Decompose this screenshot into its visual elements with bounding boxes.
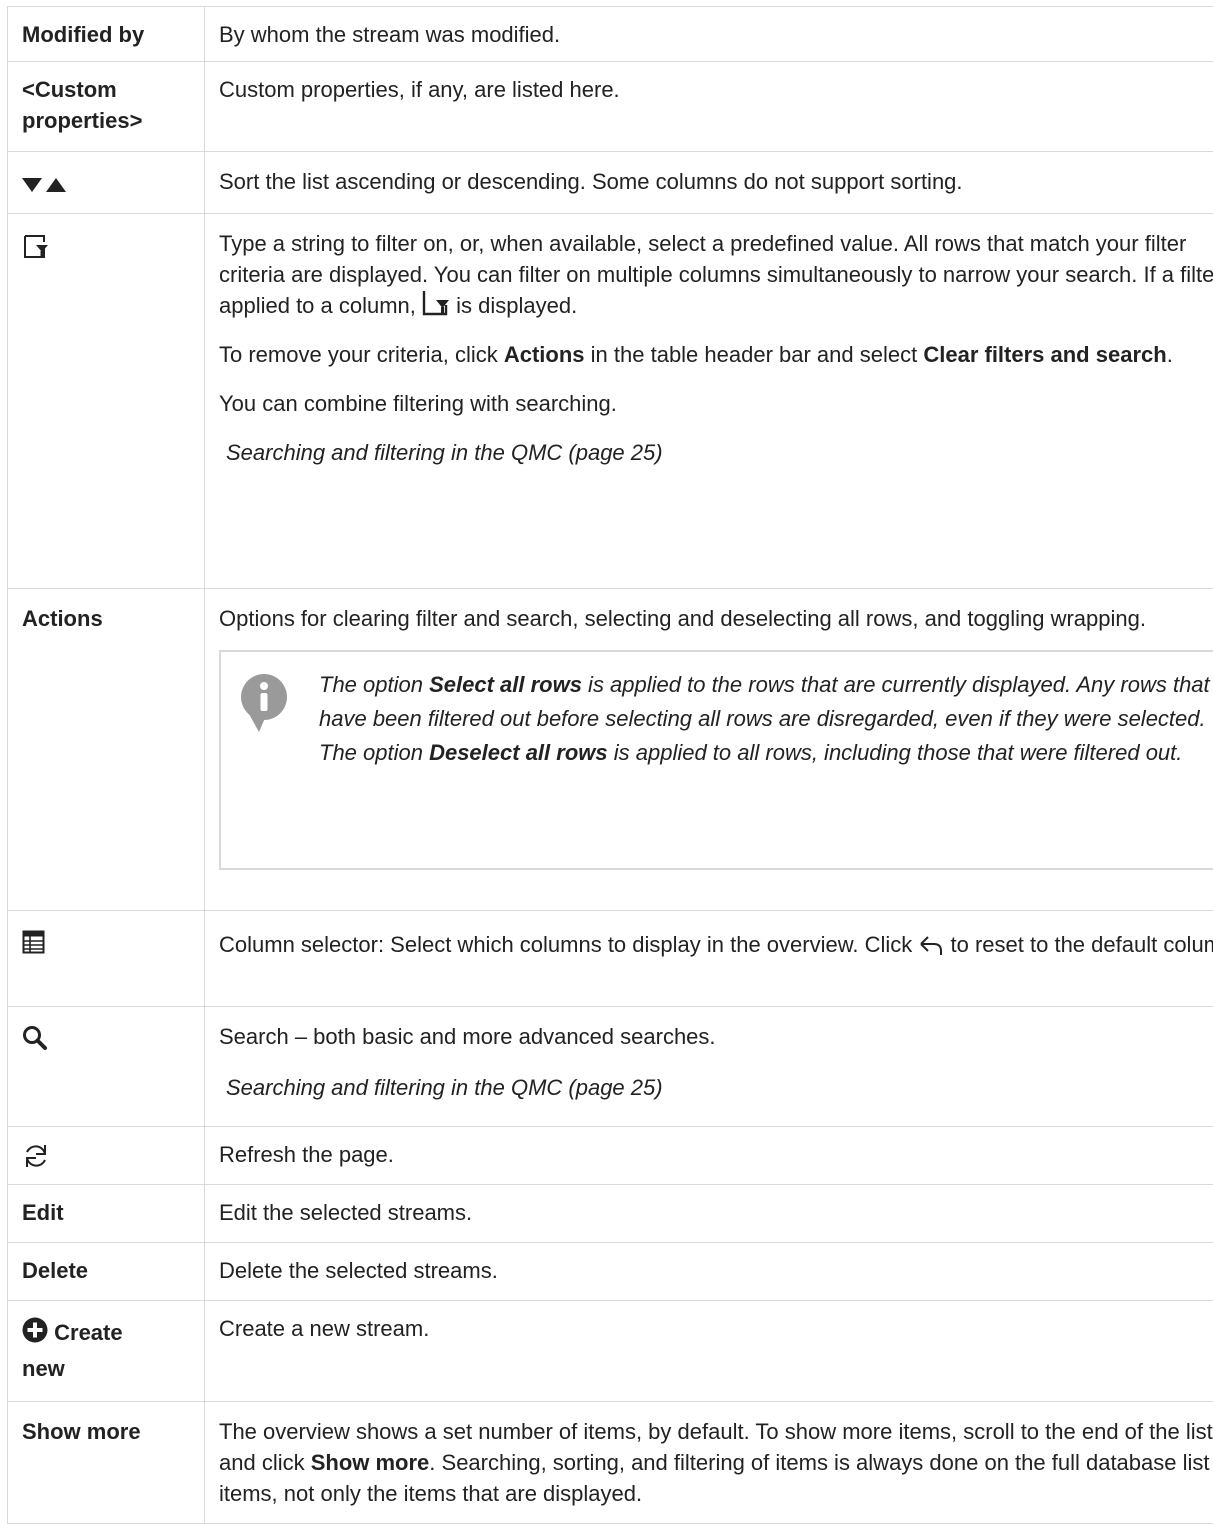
description-text: . [1167,342,1173,367]
table-row: Actions Options for clearing filter and … [8,589,1213,911]
table-row: <Custom properties> Custom properties, i… [8,62,1213,152]
description-text: Column selector: Select which columns to… [219,932,918,957]
term-cell: Edit [8,1185,205,1243]
description-cell: Options for clearing filter and search, … [205,589,1213,911]
table-row: Refresh the page. [8,1127,1213,1185]
cross-reference-link[interactable]: Searching and filtering in the QMC (page… [219,1072,1213,1103]
term-cell [8,1007,205,1127]
table-row: Create new Create a new stream. [8,1301,1213,1402]
term-cell: Create new [8,1301,205,1402]
description-cell: Sort the list ascending or descending. S… [205,152,1213,214]
description-cell: Create a new stream. [205,1301,1213,1402]
term-label: Modified by [22,22,144,47]
description-text: in the table header bar and select [585,342,924,367]
description-cell: Column selector: Select which columns to… [205,911,1213,1007]
table-row: Edit Edit the selected streams. [8,1185,1213,1243]
note-text: The option Select all rows is applied to… [319,668,1213,770]
create-new-term: Create [22,1315,190,1351]
select-all-rows-label: Select all rows [429,672,582,697]
table-row: Type a string to filter on, or, when ava… [8,214,1213,589]
term-label: Edit [22,1200,64,1225]
description-text: Sort the list ascending or descending. S… [219,169,963,194]
description-text: to reset to the default columns. [944,932,1213,957]
refresh-icon[interactable] [22,1142,50,1170]
description-text: By whom the stream was modified. [219,22,560,47]
description-text: Delete the selected streams. [219,1258,498,1283]
column-selector-icon[interactable] [22,930,46,954]
term-cell [8,214,205,589]
reset-arrow-icon [918,935,944,957]
description-text: Options for clearing filter and search, … [219,603,1213,634]
description-text: To remove your criteria, click [219,342,504,367]
description-cell: The overview shows a set number of items… [205,1402,1213,1524]
filter-paragraph: To remove your criteria, click Actions i… [219,339,1213,370]
description-cell: Custom properties, if any, are listed he… [205,62,1213,152]
table-row: Delete Delete the selected streams. [8,1243,1213,1301]
term-label-line: properties> [22,105,190,136]
note-text-part: The option [319,672,429,697]
filter-paragraph: You can combine filtering with searching… [219,388,1213,419]
filter-active-icon [422,290,450,316]
note-text-part: is applied to all rows, including those … [608,740,1183,765]
filter-paragraph: Type a string to filter on, or, when ava… [219,228,1213,321]
sort-arrows-icon[interactable] [22,176,70,194]
description-text: Custom properties, if any, are listed he… [219,77,620,102]
description-text: Edit the selected streams. [219,1200,472,1225]
term-cell [8,152,205,214]
term-label: Actions [22,606,103,631]
term-label: Show more [22,1419,141,1444]
actions-label: Actions [504,342,585,367]
term-cell: <Custom properties> [8,62,205,152]
term-label-line: new [22,1351,190,1387]
term-cell [8,911,205,1007]
description-text: is displayed. [450,293,577,318]
plus-circle-icon [22,1317,48,1343]
clear-filters-label: Clear filters and search [923,342,1166,367]
table-row: Modified by By whom the stream was modif… [8,7,1213,62]
term-cell: Actions [8,589,205,911]
term-cell [8,1127,205,1185]
description-cell: Refresh the page. [205,1127,1213,1185]
info-icon [241,674,287,736]
description-cell: By whom the stream was modified. [205,7,1213,62]
term-cell: Show more [8,1402,205,1524]
term-cell: Modified by [8,7,205,62]
description-text: Create a new stream. [219,1316,429,1341]
deselect-all-rows-label: Deselect all rows [429,740,608,765]
table-row: Sort the list ascending or descending. S… [8,152,1213,214]
search-icon[interactable] [22,1025,48,1051]
cross-reference-link[interactable]: Searching and filtering in the QMC (page… [219,437,1213,468]
filter-icon[interactable] [22,234,48,260]
description-text: Refresh the page. [219,1142,394,1167]
term-label: Create [54,1320,122,1345]
description-cell: Type a string to filter on, or, when ava… [205,214,1213,589]
term-label-line: <Custom [22,74,190,105]
description-cell: Search – both basic and more advanced se… [205,1007,1213,1127]
description-text: Search – both basic and more advanced se… [219,1021,1213,1052]
show-more-label: Show more [311,1450,430,1475]
info-note: The option Select all rows is applied to… [219,650,1213,870]
description-text: You can combine filtering with searching… [219,391,617,416]
description-text: Type a string to filter on, or, when ava… [219,231,1213,318]
table-row: Search – both basic and more advanced se… [8,1007,1213,1127]
description-cell: Delete the selected streams. [205,1243,1213,1301]
properties-table: Modified by By whom the stream was modif… [7,6,1213,1524]
term-cell: Delete [8,1243,205,1301]
table-row: Show more The overview shows a set numbe… [8,1402,1213,1524]
term-label: Delete [22,1258,88,1283]
description-cell: Edit the selected streams. [205,1185,1213,1243]
table-row: Column selector: Select which columns to… [8,911,1213,1007]
